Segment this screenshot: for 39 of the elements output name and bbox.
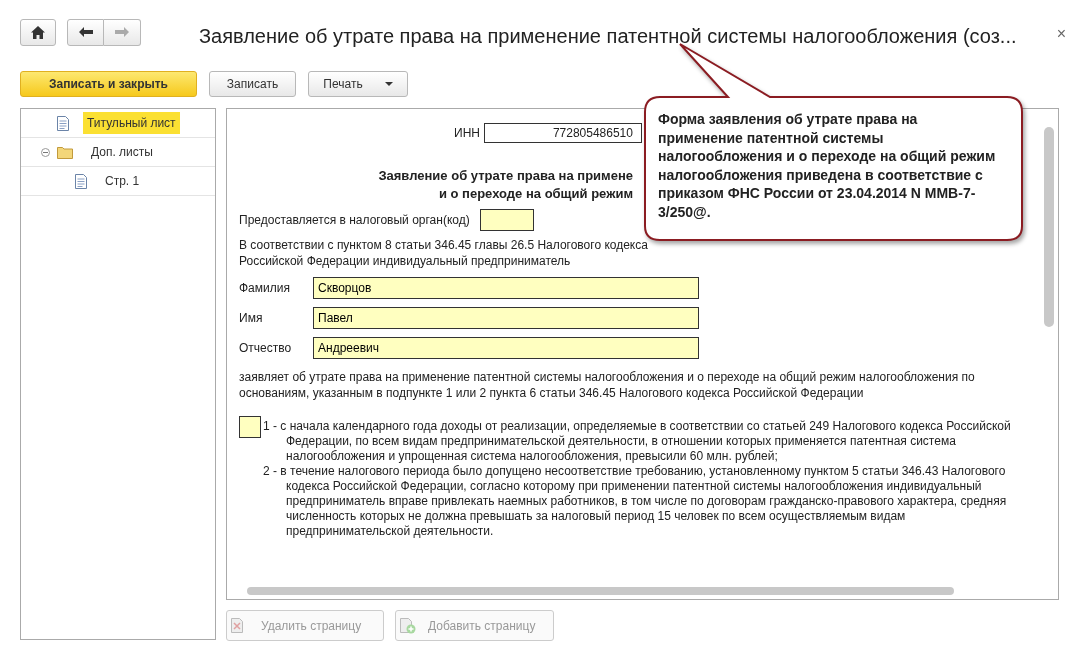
reason-code-field[interactable] <box>239 416 261 438</box>
form-heading: Заявление об утрате права на примене <box>377 167 633 185</box>
tree-item[interactable]: Стр. 1 <box>101 170 144 192</box>
field-label: Фамилия <box>239 281 291 295</box>
name-field[interactable]: Скворцов <box>313 277 699 299</box>
field-label: Отчество <box>239 341 293 355</box>
callout-text: Форма заявления об утрате права на применение патентной системы налогообложения и о переходе на общий режим налогообложения приведена в соответствие с приказом ФНС России от 23.04.2014 N ММВ-7-3/250@. <box>658 110 997 221</box>
document-icon <box>75 173 87 189</box>
back-button[interactable] <box>67 18 104 46</box>
document-icon <box>57 115 69 131</box>
close-button[interactable]: × <box>1056 25 1066 43</box>
intro-paragraph: В соответствии с пунктом 8 статьи 346.45 главы 26.5 Налогового кодекса Российской Федерации индивидуальный предприниматель <box>239 237 649 269</box>
window-title: Заявление об утрате права на применение патентной системы налогообложения (соз... <box>199 24 1018 48</box>
save-and-close-button[interactable]: Записать и закрыть <box>20 71 197 97</box>
inn-label: ИНН <box>454 126 480 140</box>
back-arrow-icon <box>78 27 93 37</box>
tax-authority-label: Предоставляется в налоговый орган(код) <box>239 212 470 228</box>
home-icon <box>31 25 45 39</box>
reason-paragraph: 2 - в течение налогового периода было допущено несоответствие требованию, установленному пунктом 5 статьи 346.43 Налогового кодекса Российской Федерации, согласно которому при применении патентной системы налогообложения индивидуальный предприниматель вправе привлекать наемных работников, в том числе по договорам гражданско-правового характера, средняя численность которых не должна превышать за налоговый период 15 человек по всем осуществляемым видам предпринимательской деятельности. <box>263 464 1008 539</box>
reason-paragraph: 1 - с начала календарного года доходы от реализации, определяемые в соответствии со статьей 249 Налогового кодекса Российской Федерации, по всем видам предпринимательской деятельности, в отношении которых применяется патентная система налогообложения и упрощенная система налогообложения, превысили 60 млн. рублей; <box>263 419 1012 464</box>
save-button[interactable]: Записать <box>209 71 296 97</box>
tree-item[interactable]: Титульный лист <box>83 112 180 134</box>
print-dropdown-button[interactable]: Печать <box>308 71 408 97</box>
caret-icon <box>384 82 393 86</box>
folder-icon <box>57 145 73 159</box>
vertical-scrollbar[interactable] <box>1044 127 1054 327</box>
forward-arrow-icon <box>115 27 129 37</box>
statement-paragraph: заявляет об утрате права на применение патентной системы налогообложения и о переходе на общий режим налогообложения по основаниям, указанным в подпункте 1 или 2 пункта 6 статьи 346.45 Налогового кодекса Российской Федерации <box>239 369 976 401</box>
name-field[interactable]: Павел <box>313 307 699 329</box>
form-heading: и о переходе на общий режим <box>437 185 633 203</box>
field-label: Имя <box>239 311 264 325</box>
tax-authority-code-field[interactable] <box>479 209 534 231</box>
add-page-icon <box>400 617 416 634</box>
delete-page-icon <box>231 618 243 633</box>
horizontal-scrollbar[interactable] <box>247 587 954 595</box>
name-field[interactable]: Андреевич <box>313 337 699 359</box>
tree-item[interactable]: Доп. листы <box>87 141 157 163</box>
inn-field[interactable]: 772805486510 <box>483 123 642 143</box>
home-button[interactable] <box>20 18 56 46</box>
